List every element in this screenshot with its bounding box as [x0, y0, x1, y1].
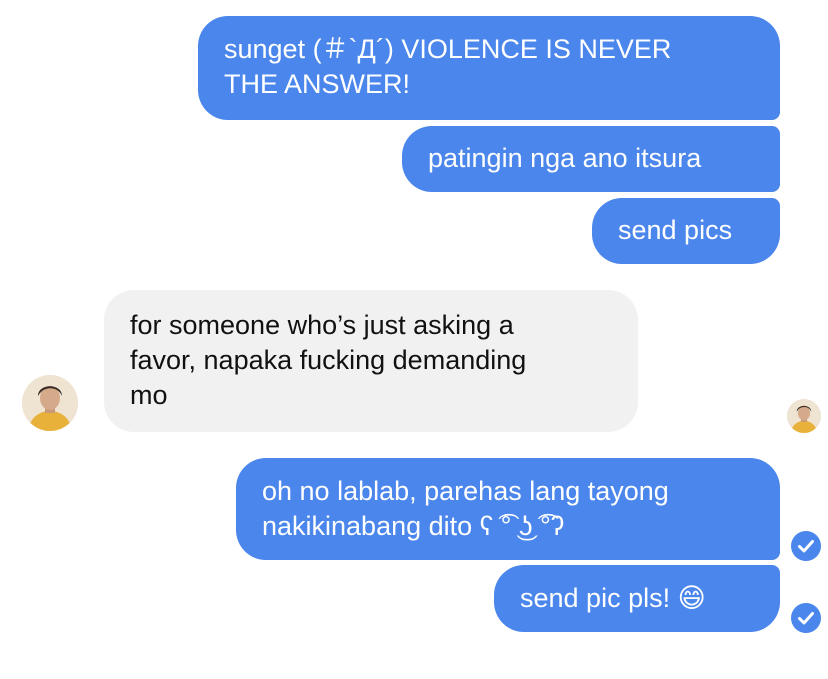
contact-avatar[interactable] — [22, 375, 78, 431]
message-thread: sunget (＃`Д´) VIOLENCE IS NEVER THE ANSW… — [0, 0, 828, 679]
seen-avatar — [787, 399, 821, 433]
avatar-photo — [787, 399, 821, 433]
message-bubble-outgoing[interactable]: send pics — [592, 198, 780, 264]
avatar-photo — [22, 375, 78, 431]
check-circle-icon — [791, 531, 821, 561]
message-bubble-incoming[interactable]: for someone who’s just asking a favor, n… — [104, 290, 638, 432]
check-circle-icon — [791, 603, 821, 633]
message-bubble-outgoing[interactable]: sunget (＃`Д´) VIOLENCE IS NEVER THE ANSW… — [198, 16, 780, 120]
message-bubble-outgoing[interactable]: send pic pls! 😄 — [494, 565, 780, 632]
message-bubble-outgoing[interactable]: oh no lablab, parehas lang tayong nakiki… — [236, 458, 780, 560]
message-bubble-outgoing[interactable]: patingin nga ano itsura — [402, 126, 780, 192]
